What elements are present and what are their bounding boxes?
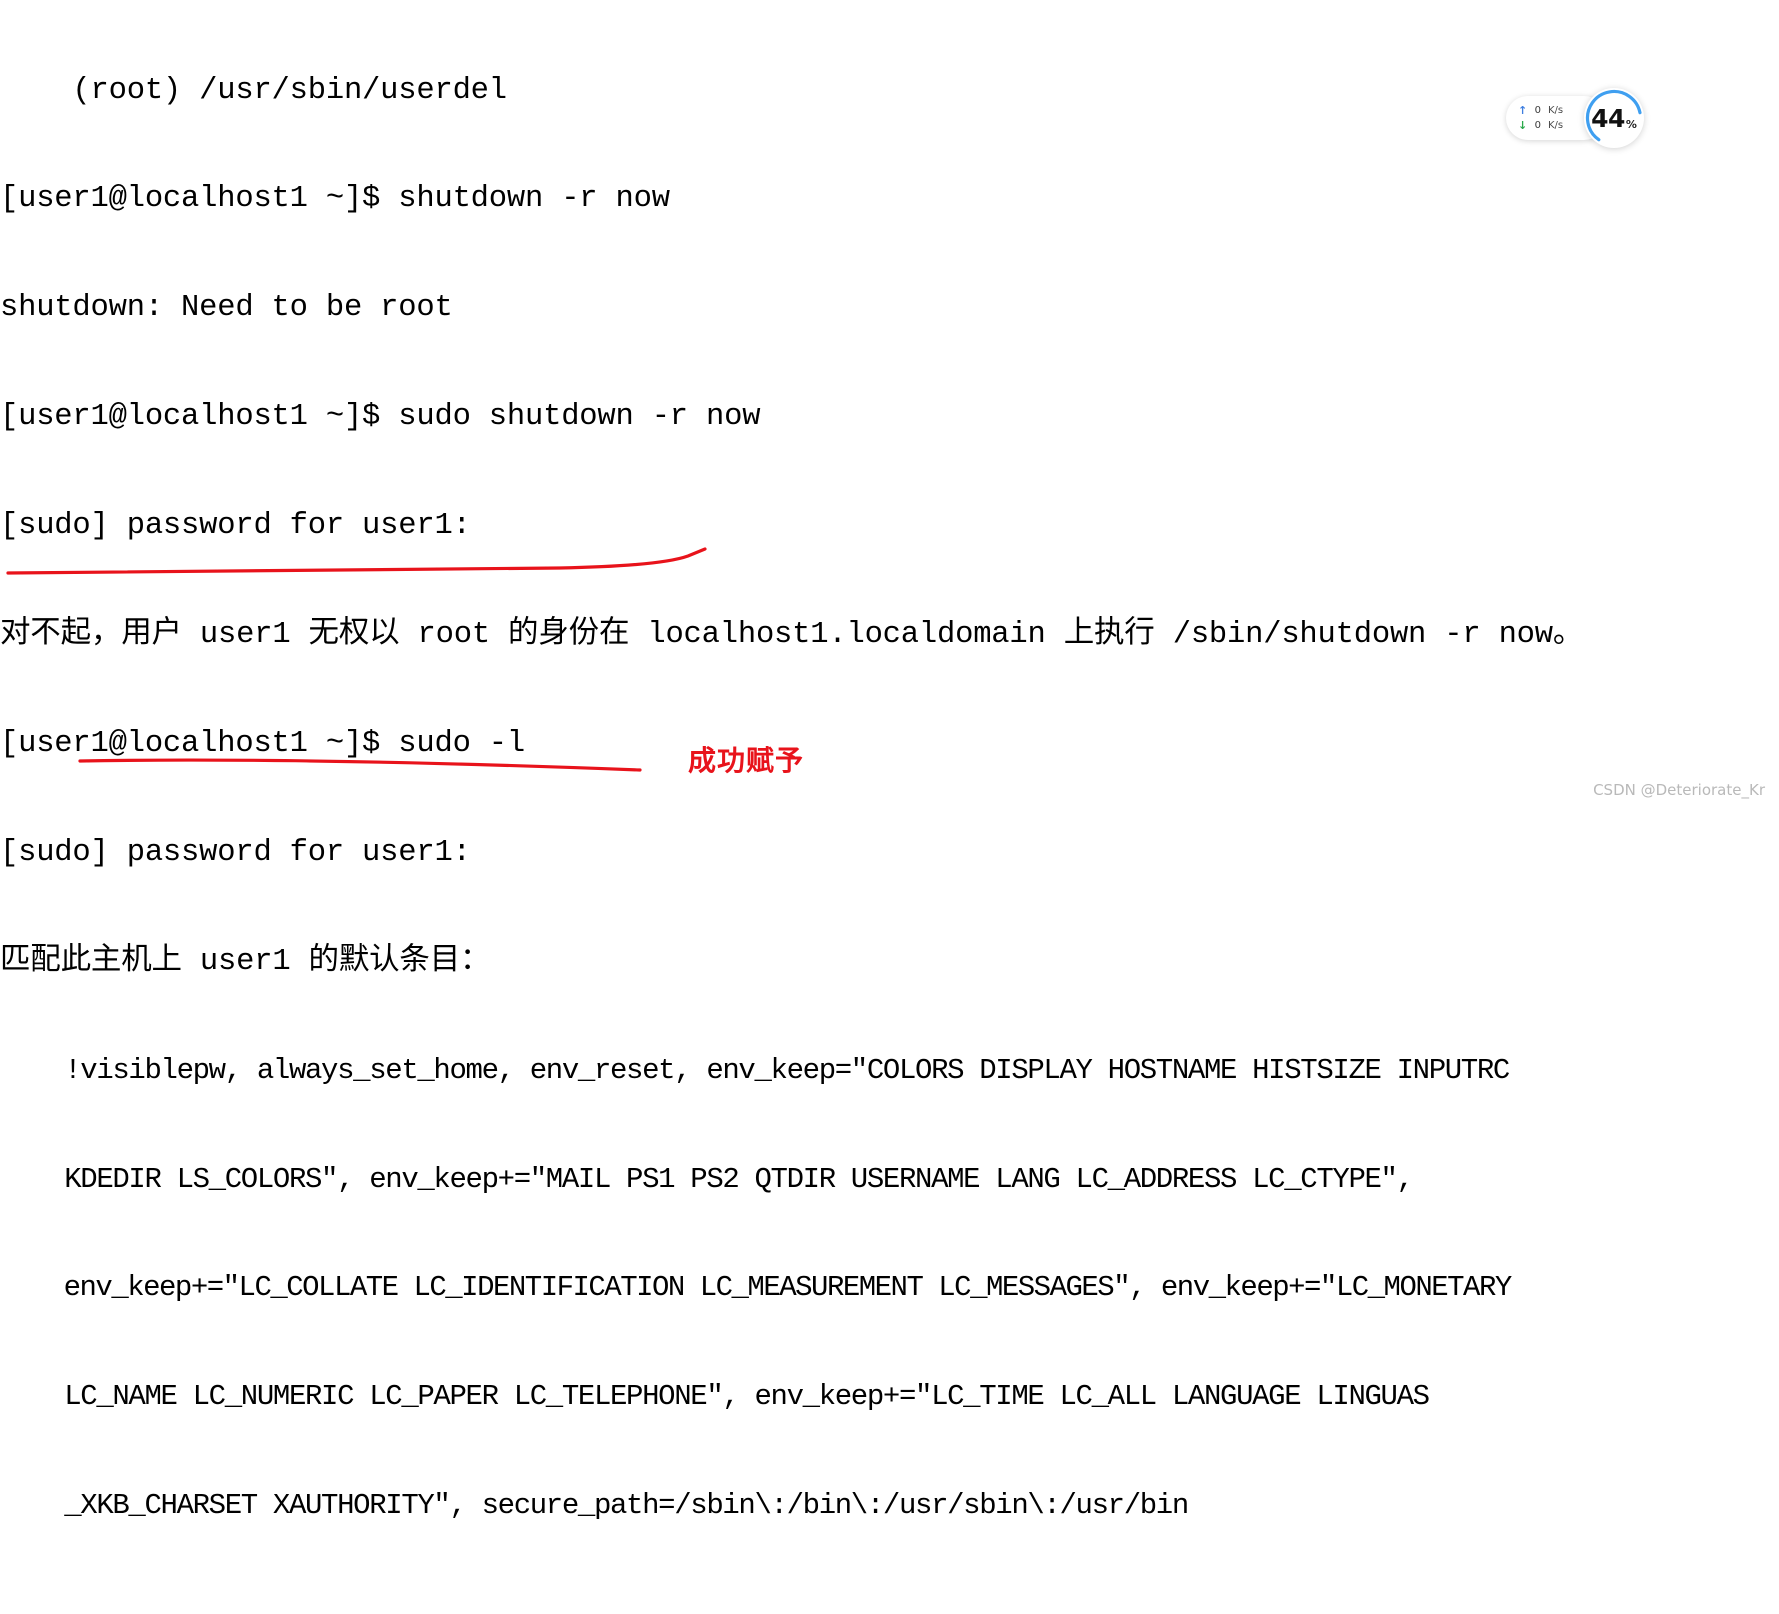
cpu-usage-label: 44% [1584, 88, 1644, 148]
download-speed-value: 0 [1534, 120, 1541, 131]
terminal-line: [user1@localhost1 ~]$ sudo shutdown -r n… [0, 400, 761, 435]
annotation-success-note: 成功赋予 [688, 744, 805, 777]
terminal-line: [sudo] password for user1: [0, 509, 471, 544]
terminal-line: _XKB_CHARSET XAUTHORITY", secure_path=/s… [0, 1489, 1189, 1523]
cpu-usage-gauge[interactable]: 44% [1584, 88, 1644, 148]
terminal-line: shutdown: Need to be root [0, 291, 453, 326]
terminal-line: 对不起，用户 user1 无权以 root 的身份在 localhost1.lo… [0, 618, 1584, 653]
upload-speed-value: 0 [1534, 105, 1541, 116]
cpu-usage-percent-sign: % [1625, 118, 1637, 131]
terminal-line: [user1@localhost1 ~]$ shutdown -r now [0, 182, 670, 217]
watermark-text: CSDN @Deteriorate_Kr [1593, 781, 1765, 799]
arrow-up-icon: ↑ [1518, 104, 1528, 117]
terminal-line: [sudo] password for user1: [0, 835, 471, 870]
upload-speed-unit: K/s [1548, 105, 1564, 116]
arrow-down-icon: ↓ [1518, 119, 1528, 132]
download-speed-unit: K/s [1548, 120, 1564, 131]
terminal-line: KDEDIR LS_COLORS", env_keep+="MAIL PS1 P… [0, 1162, 1414, 1196]
terminal-line: 匹配此主机上 user1 的默认条目： [0, 944, 491, 979]
cpu-usage-value: 44 [1591, 103, 1625, 133]
terminal-line: [user1@localhost1 ~]$ sudo -l [0, 726, 525, 761]
terminal-line: env_keep+="LC_COLLATE LC_IDENTIFICATION … [0, 1271, 1513, 1305]
terminal-line: LC_NAME LC_NUMERIC LC_PAPER LC_TELEPHONE… [0, 1380, 1430, 1414]
terminal-line: !visiblepw, always_set_home, env_reset, … [0, 1053, 1510, 1087]
